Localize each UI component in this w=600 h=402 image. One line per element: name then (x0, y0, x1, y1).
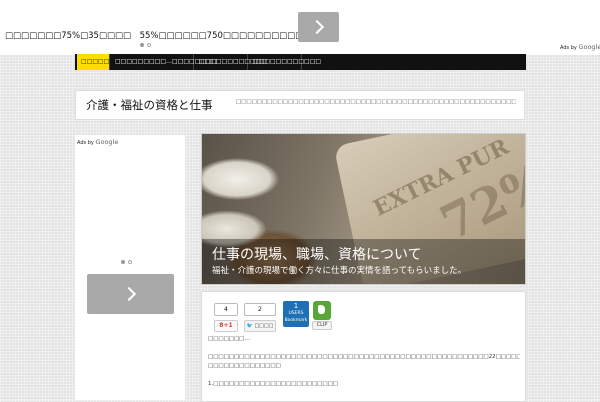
article-line-2: □□□□□□□□□□□□□□□□□□□□□□□□□□□□□□□□□□□□□□□□… (208, 354, 520, 360)
article-line-1: □□□□□□□… (208, 336, 250, 342)
tweet-count: 2 (244, 303, 276, 316)
ads-by-google-label[interactable]: Ads by Google (560, 43, 600, 51)
sidebar-ad: Ads by Google (75, 135, 185, 400)
gplus-button[interactable]: 8+1 (214, 320, 238, 332)
nav-item-2[interactable]: □□□□□□□□□…□□□□□□□□ (111, 54, 217, 70)
tweet-share[interactable]: 2 🐦 □□□□ (244, 303, 276, 332)
hero-subtitle: 福祉・介護の現場で働く方々に仕事の実情を語ってもらいました。 (212, 266, 467, 276)
hero-banner[interactable]: EXTRA PUR 72% 仕事の現場、職場、資格について 福祉・介護の現場で働… (201, 133, 526, 285)
article-line-4: 1.□□□□□□□□□□□□□□□□□□□□□□□□ (208, 381, 338, 387)
top-ad-pager (140, 41, 154, 49)
pager-dot[interactable] (147, 43, 151, 47)
site-description: □□□□□□□□□□□□□□□□□□□□□□□□□□□□□□□□□□□□□□□□… (236, 99, 516, 105)
evernote-icon (313, 301, 331, 320)
gplus-share[interactable]: 4 8+1 (214, 303, 238, 332)
article-card: 4 8+1 2 🐦 □□□□ 1 USERS Bookmark CLIP □□□… (201, 291, 526, 402)
gplus-count: 4 (214, 303, 238, 316)
hatena-bookmark-button[interactable]: 1 USERS Bookmark (283, 301, 309, 327)
tweet-button[interactable]: 🐦 □□□□ (244, 320, 276, 332)
top-ad-banner: □□□□□□□75%□35□□□□ 55%□□□□□□750□□□□□□□□□□… (0, 0, 600, 55)
article-line-3: □□□□□□□□□□□□□□ (208, 363, 281, 369)
chevron-right-icon (309, 19, 324, 35)
nav-item-3[interactable]: □□□□□□□□□□□□ (195, 54, 267, 70)
evernote-clip-button[interactable]: CLIP (312, 301, 332, 330)
nav-item-4[interactable]: □□□□□□□□□□□□ (249, 54, 321, 70)
sidebar-ad-next-button[interactable] (87, 274, 174, 314)
chevron-right-icon (121, 286, 136, 302)
top-ad-next-button[interactable] (298, 12, 339, 42)
sidebar-ad-pager (121, 258, 135, 266)
pager-dot-active[interactable] (140, 43, 144, 47)
hero-title[interactable]: 仕事の現場、職場、資格について (212, 244, 422, 264)
site-header: 介護・福祉の資格と仕事 □□□□□□□□□□□□□□□□□□□□□□□□□□□□… (75, 90, 525, 120)
pager-dot-active[interactable] (121, 260, 125, 264)
site-title[interactable]: 介護・福祉の資格と仕事 (86, 97, 213, 113)
twitter-bird-icon: 🐦 (246, 323, 253, 329)
top-ad-text[interactable]: □□□□□□□75%□35□□□□ 55%□□□□□□750□□□□□□□□□□… (5, 29, 319, 41)
main-nav: □□□□□□ □□□□□□□□□…□□□□□□□□ □□□□□□□□□□□□ □… (75, 54, 526, 70)
nav-item-home[interactable]: □□□□□□ (77, 54, 115, 70)
pager-dot[interactable] (128, 260, 132, 264)
clip-label: CLIP (312, 321, 332, 330)
ads-by-google-label[interactable]: Ads by Google (77, 138, 118, 146)
